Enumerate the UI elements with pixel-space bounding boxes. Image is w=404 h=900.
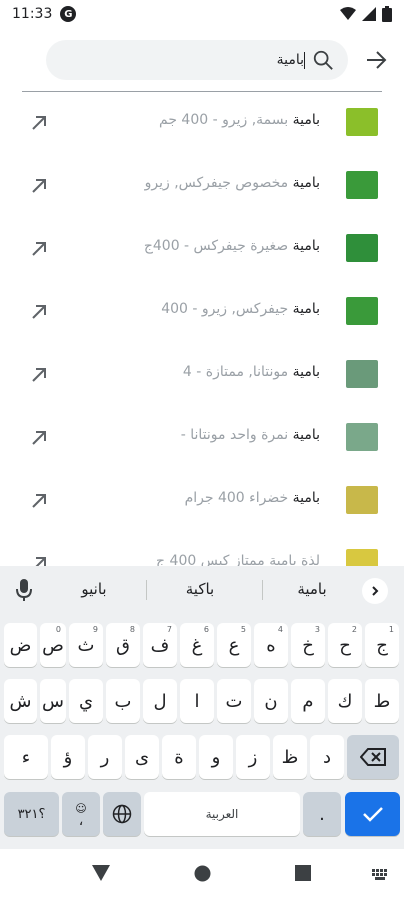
- suggestion-item[interactable]: بامية بسمة, زيرو - 400 جم: [0, 92, 404, 155]
- fill-query-arrow-icon[interactable]: [30, 492, 48, 510]
- suggestion-item[interactable]: بامية مونتانا, ممتازة - 4: [0, 344, 404, 407]
- key[interactable]: س: [40, 679, 66, 723]
- key[interactable]: ا: [180, 679, 214, 723]
- battery-icon: [382, 6, 392, 22]
- key[interactable]: ن: [254, 679, 288, 723]
- fill-query-arrow-icon[interactable]: [30, 303, 48, 321]
- fill-query-arrow-icon[interactable]: [30, 177, 48, 195]
- home-circle-icon[interactable]: [194, 865, 211, 882]
- key[interactable]: ة: [162, 735, 196, 779]
- key[interactable]: ز: [236, 735, 270, 779]
- product-thumbnail: [346, 486, 378, 514]
- suggestion-text: بامية نمرة واحد مونتانا -: [180, 427, 320, 443]
- keyboard-switch-icon[interactable]: [372, 869, 388, 881]
- fill-query-arrow-icon[interactable]: [30, 366, 48, 384]
- suggestion-text: بامية صغيرة جيفركس - 400ج: [143, 238, 320, 254]
- suggestion-text: بامية مخصوص جيفركس, زيرو: [144, 175, 320, 191]
- separator: [146, 580, 147, 600]
- key[interactable]: ظ: [273, 735, 307, 779]
- key[interactable]: ح2: [328, 623, 362, 667]
- keyboard: بامية باكية بانيو ج1 ح2 خ3 ه4 ع5 غ6 ف7 ق…: [0, 566, 404, 849]
- language-key[interactable]: [103, 792, 141, 836]
- keyboard-suggestion[interactable]: باكية: [150, 580, 250, 598]
- signal-icon: [362, 7, 376, 21]
- search-box[interactable]: [46, 40, 348, 80]
- key[interactable]: ل: [143, 679, 177, 723]
- suggestion-text: بامية خضراء 400 جرام: [184, 490, 320, 506]
- key[interactable]: ض: [4, 623, 37, 667]
- key[interactable]: ش: [4, 679, 37, 723]
- separator: [262, 580, 263, 600]
- key[interactable]: ى: [125, 735, 159, 779]
- status-time: 11:33: [12, 6, 53, 22]
- key[interactable]: ت: [217, 679, 251, 723]
- search-bar: [0, 36, 404, 84]
- key[interactable]: م: [291, 679, 325, 723]
- suggestion-item[interactable]: بامية نمرة واحد مونتانا -: [0, 407, 404, 470]
- suggestion-text: بامية بسمة, زيرو - 400 جم: [159, 112, 320, 128]
- suggestion-item[interactable]: لذة بامية ممتاز كيس 400 ج: [0, 533, 404, 567]
- suggestion-item[interactable]: بامية جيفركس, زيرو - 400: [0, 281, 404, 344]
- app-notification-icon: G: [60, 6, 77, 22]
- key[interactable]: غ6: [180, 623, 214, 667]
- period-key[interactable]: .: [303, 792, 341, 836]
- key[interactable]: ع5: [217, 623, 251, 667]
- key[interactable]: ط: [365, 679, 399, 723]
- fill-query-arrow-icon[interactable]: [30, 429, 48, 447]
- search-icon[interactable]: [312, 49, 334, 71]
- checkmark-icon: [362, 807, 383, 822]
- recents-square-icon[interactable]: [295, 865, 311, 881]
- key[interactable]: ي: [69, 679, 103, 723]
- key[interactable]: ه4: [254, 623, 288, 667]
- key[interactable]: د: [310, 735, 344, 779]
- text-cursor: [304, 52, 305, 69]
- product-thumbnail: [346, 171, 378, 199]
- keyboard-suggestion[interactable]: بانيو: [44, 580, 144, 598]
- key[interactable]: ص0: [40, 623, 66, 667]
- suggestion-text: بامية مونتانا, ممتازة - 4: [182, 364, 320, 380]
- product-thumbnail: [346, 423, 378, 451]
- enter-key[interactable]: [345, 792, 400, 836]
- key[interactable]: ك: [328, 679, 362, 723]
- key[interactable]: ج1: [365, 623, 399, 667]
- product-thumbnail: [346, 360, 378, 388]
- suggestion-list: بامية بسمة, زيرو - 400 جم بامية مخصوص جي…: [0, 92, 404, 567]
- suggestion-text: لذة بامية ممتاز كيس 400 ج: [156, 553, 320, 567]
- key[interactable]: و: [199, 735, 233, 779]
- key[interactable]: ؤ: [51, 735, 85, 779]
- keyboard-suggestion-bar: بامية باكية بانيو: [0, 566, 404, 614]
- key[interactable]: ق8: [106, 623, 140, 667]
- keyboard-suggestion[interactable]: بامية: [262, 580, 362, 598]
- suggestion-item[interactable]: بامية مخصوص جيفركس, زيرو: [0, 155, 404, 218]
- backspace-key[interactable]: [347, 735, 399, 779]
- wifi-icon: [340, 7, 356, 20]
- microphone-icon[interactable]: [14, 578, 34, 602]
- key[interactable]: ر: [88, 735, 122, 779]
- suggestion-text: بامية جيفركس, زيرو - 400: [161, 301, 320, 317]
- globe-icon: [112, 804, 132, 824]
- space-key[interactable]: العربية: [144, 792, 300, 836]
- back-arrow-icon[interactable]: [364, 48, 388, 72]
- product-thumbnail: [346, 108, 378, 136]
- key[interactable]: ف7: [143, 623, 177, 667]
- search-input[interactable]: [84, 50, 304, 70]
- product-thumbnail: [346, 234, 378, 262]
- key[interactable]: ب: [106, 679, 140, 723]
- backspace-icon: [360, 748, 386, 766]
- suggestion-item[interactable]: بامية صغيرة جيفركس - 400ج: [0, 218, 404, 281]
- fill-query-arrow-icon[interactable]: [30, 240, 48, 258]
- product-thumbnail: [346, 549, 378, 567]
- status-bar: 11:33 G: [0, 0, 404, 28]
- system-navigation-bar: [0, 849, 404, 900]
- key[interactable]: ء: [4, 735, 48, 779]
- chevron-right-icon[interactable]: [362, 578, 388, 604]
- key[interactable]: ث9: [69, 623, 103, 667]
- product-thumbnail: [346, 297, 378, 325]
- suggestion-item[interactable]: بامية خضراء 400 جرام: [0, 470, 404, 533]
- fill-query-arrow-icon[interactable]: [30, 114, 48, 132]
- comma-key[interactable]: ☺ ،: [62, 792, 100, 836]
- key[interactable]: خ3: [291, 623, 325, 667]
- back-triangle-icon[interactable]: [92, 865, 110, 881]
- symbols-key[interactable]: ؟٣٢١: [4, 792, 59, 836]
